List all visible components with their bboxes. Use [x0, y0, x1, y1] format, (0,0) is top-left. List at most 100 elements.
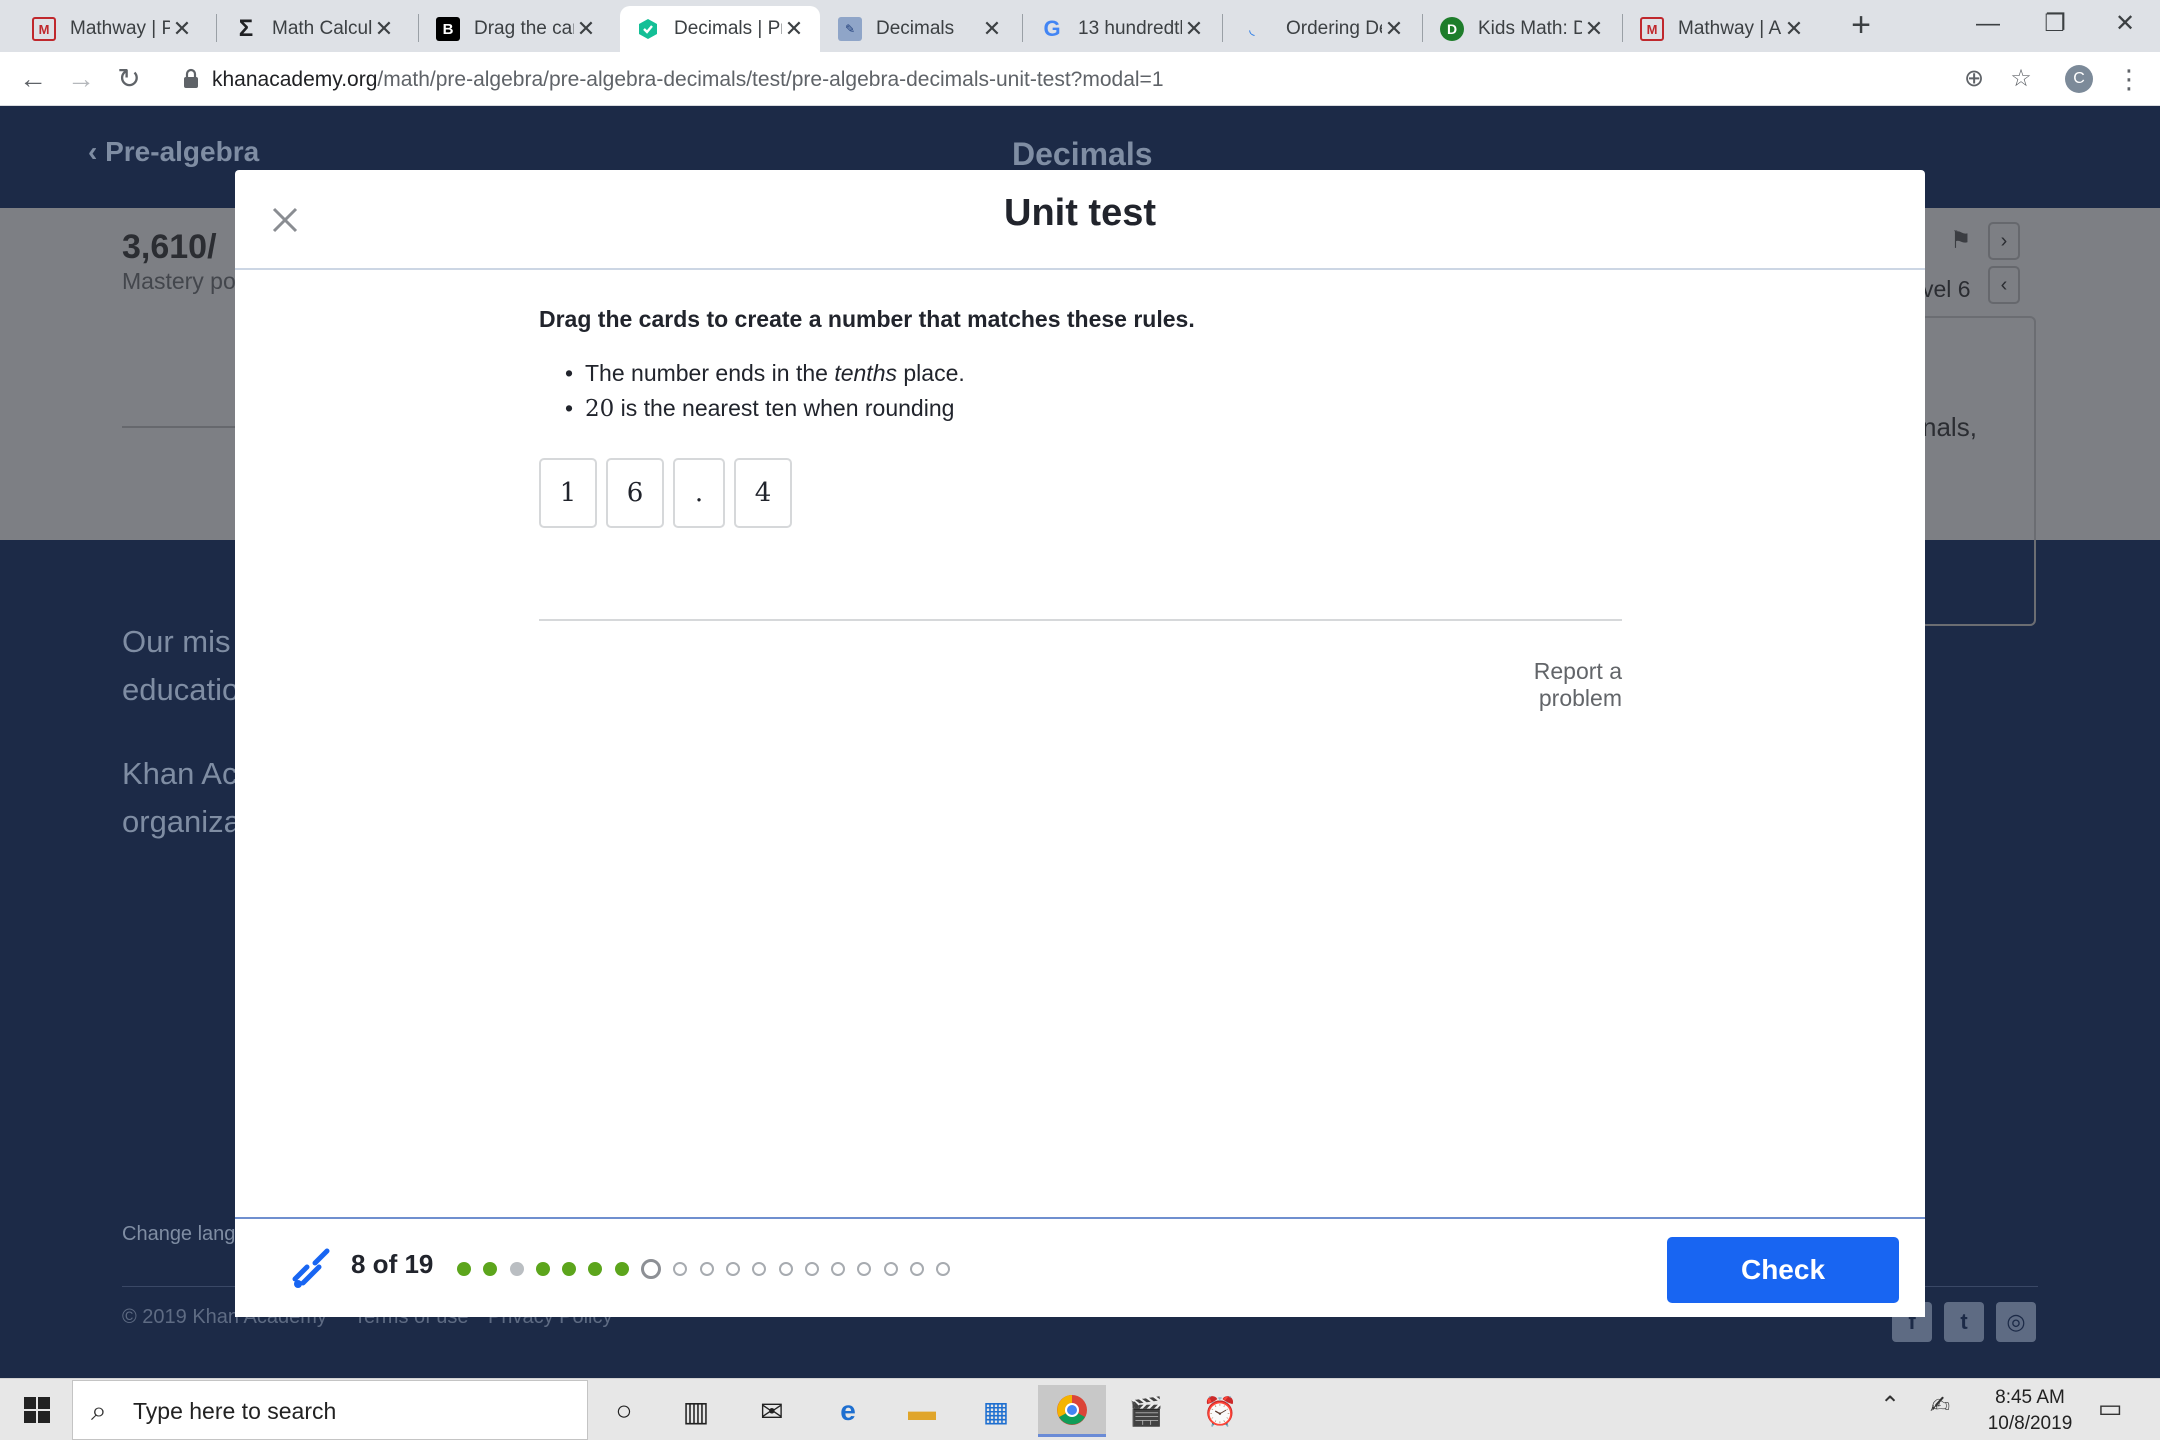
- progress-dot-5: [562, 1262, 577, 1276]
- progress-dot-17: [883, 1262, 898, 1276]
- tab-google-search[interactable]: G 13 hundredth ✕: [1024, 6, 1220, 52]
- tab-mathway-2[interactable]: M Mathway | Al ✕: [1624, 6, 1820, 52]
- profile-avatar[interactable]: C: [2065, 65, 2093, 93]
- progress-dot-6: [588, 1262, 603, 1276]
- progress-dot-13: [778, 1262, 793, 1276]
- alarm-clock-icon[interactable]: ⏰: [1186, 1385, 1254, 1437]
- notification-icon[interactable]: ▭: [2093, 1393, 2127, 1427]
- minimize-icon[interactable]: —: [1958, 4, 2018, 44]
- edge-icon[interactable]: e: [814, 1385, 882, 1437]
- card-row: 1 6 . 4: [539, 458, 801, 528]
- draggable-card[interactable]: 4: [734, 458, 792, 528]
- tab-khan-academy[interactable]: Decimals | Pr ✕: [620, 6, 820, 52]
- tab-ordering-decimals[interactable]: ◟ Ordering Dec ✕: [1224, 6, 1420, 52]
- check-button[interactable]: Check: [1667, 1237, 1899, 1303]
- progress-dot-11: [725, 1262, 740, 1276]
- tab-close-icon[interactable]: ✕: [1582, 16, 1606, 42]
- taskbar: ⌕ Type here to search ○ ▥ ✉ e ▬ ▦ 🎬 ⏰ ⌃ …: [0, 1378, 2160, 1440]
- rule-emphasis: tenths: [834, 360, 897, 386]
- progress-dot-8: [641, 1259, 662, 1279]
- tab-title: 13 hundredth: [1078, 18, 1182, 39]
- draggable-card[interactable]: 1: [539, 458, 597, 528]
- chevron-up-icon[interactable]: ⌃: [1880, 1391, 1900, 1420]
- menu-kebab-icon[interactable]: ⋮: [2115, 62, 2143, 96]
- rule-text: place.: [896, 360, 965, 386]
- tab-title: Decimals: [876, 18, 955, 39]
- clapboard-icon[interactable]: 🎬: [1112, 1385, 1180, 1437]
- lock-icon: [182, 68, 204, 90]
- report-problem-link[interactable]: Report a problem: [1445, 658, 1622, 712]
- tab-close-icon[interactable]: ✕: [980, 16, 1004, 42]
- back-arrow-icon[interactable]: ←: [14, 60, 52, 98]
- chevron-right-icon[interactable]: ›: [1988, 222, 2020, 260]
- store-icon[interactable]: ▦: [962, 1385, 1030, 1437]
- instagram-icon[interactable]: ◎: [1996, 1302, 2036, 1342]
- rule-item: The number ends in the tenths place.: [565, 356, 965, 391]
- browser-toolbar: ← → ↻ khanacademy.org/math/pre-algebra/p…: [0, 52, 2160, 106]
- tab-close-icon[interactable]: ✕: [372, 16, 396, 42]
- tab-close-icon[interactable]: ✕: [1182, 16, 1206, 42]
- back-link-label: Pre-algebra: [105, 136, 260, 167]
- cortana-icon[interactable]: ○: [590, 1385, 658, 1437]
- pen-icon[interactable]: ✍: [1930, 1391, 1950, 1420]
- search-icon: ⌕: [91, 1395, 107, 1426]
- progress-dot-15: [831, 1262, 846, 1276]
- reload-icon[interactable]: ↻: [110, 60, 148, 98]
- taskbar-search[interactable]: ⌕ Type here to search: [72, 1380, 588, 1440]
- level-label: vel 6: [1922, 276, 1971, 302]
- rule-number: 20: [585, 396, 615, 422]
- draggable-card[interactable]: .: [673, 458, 725, 528]
- address-bar[interactable]: khanacademy.org/math/pre-algebra/pre-alg…: [172, 58, 2052, 100]
- chrome-icon[interactable]: [1038, 1385, 1106, 1437]
- mail-icon[interactable]: ✉: [738, 1385, 806, 1437]
- mathway-icon: M: [32, 17, 56, 41]
- url-text: khanacademy.org/math/pre-algebra/pre-alg…: [212, 68, 1164, 92]
- change-language-link[interactable]: Change langu: [122, 1223, 247, 1246]
- draggable-card[interactable]: 6: [606, 458, 664, 528]
- task-view-icon[interactable]: ▥: [662, 1385, 730, 1437]
- tab-close-icon[interactable]: ✕: [574, 16, 598, 42]
- tab-close-icon[interactable]: ✕: [170, 16, 194, 42]
- brainly-icon: B: [436, 17, 460, 41]
- url-host: khanacademy.org: [212, 68, 378, 91]
- tab-kids-math[interactable]: D Kids Math: D ✕: [1424, 6, 1620, 52]
- tab-separator: [216, 14, 217, 42]
- unit-test-modal: Unit test Drag the cards to create a num…: [235, 170, 1925, 1317]
- twitter-icon[interactable]: t: [1944, 1302, 1984, 1342]
- search-placeholder: Type here to search: [133, 1398, 337, 1424]
- tab-title: Mathway | Al: [1678, 18, 1782, 39]
- progress-dots: [457, 1259, 963, 1279]
- url-path: /math/pre-algebra/pre-algebra-decimals/t…: [377, 68, 1164, 91]
- tab-close-icon[interactable]: ✕: [782, 16, 806, 42]
- tab-mathway-1[interactable]: M Mathway | Pr ✕: [16, 6, 208, 52]
- zoom-icon[interactable]: ⊕: [1957, 62, 1991, 96]
- tab-brainly[interactable]: B Drag the card ✕: [420, 6, 612, 52]
- file-explorer-icon[interactable]: ▬: [888, 1385, 956, 1437]
- modal-header: Unit test: [235, 170, 1925, 270]
- tab-separator: [1422, 14, 1423, 42]
- flag-icon[interactable]: ⚑: [1950, 226, 1972, 254]
- bookmark-star-icon[interactable]: ☆: [2004, 62, 2038, 96]
- tab-close-icon[interactable]: ✕: [1382, 16, 1406, 42]
- progress-dot-4: [535, 1262, 550, 1276]
- mission-line: Our mis: [122, 624, 231, 659]
- progress-dot-1: [457, 1262, 471, 1276]
- loading-icon: ◟: [1249, 20, 1255, 37]
- restore-icon[interactable]: ❐: [2025, 4, 2085, 44]
- divider: [122, 426, 242, 428]
- back-link[interactable]: ‹ Pre-algebra: [88, 136, 259, 168]
- windows-start-icon[interactable]: [12, 1389, 62, 1431]
- system-clock[interactable]: 8:45 AM 10/8/2019: [1960, 1385, 2100, 1437]
- modal-footer: 8 of 19 Check: [235, 1217, 1925, 1317]
- chevron-left-icon[interactable]: ‹: [1988, 266, 2020, 304]
- new-tab-button[interactable]: +: [1844, 8, 1878, 42]
- mastery-label: Mastery po: [122, 268, 236, 294]
- tab-math-calculator[interactable]: Σ Math Calcula ✕: [218, 6, 410, 52]
- chevron-left-icon: ‹: [88, 136, 106, 167]
- tab-close-icon[interactable]: ✕: [1782, 16, 1806, 42]
- forward-arrow-icon[interactable]: →: [62, 60, 100, 98]
- window-close-icon[interactable]: ✕: [2095, 4, 2155, 44]
- tab-decimals-worksheet[interactable]: ✎ Decimals ✕: [822, 6, 1018, 52]
- skill-icon: [289, 1245, 333, 1289]
- tab-title: Decimals | Pr: [674, 18, 782, 39]
